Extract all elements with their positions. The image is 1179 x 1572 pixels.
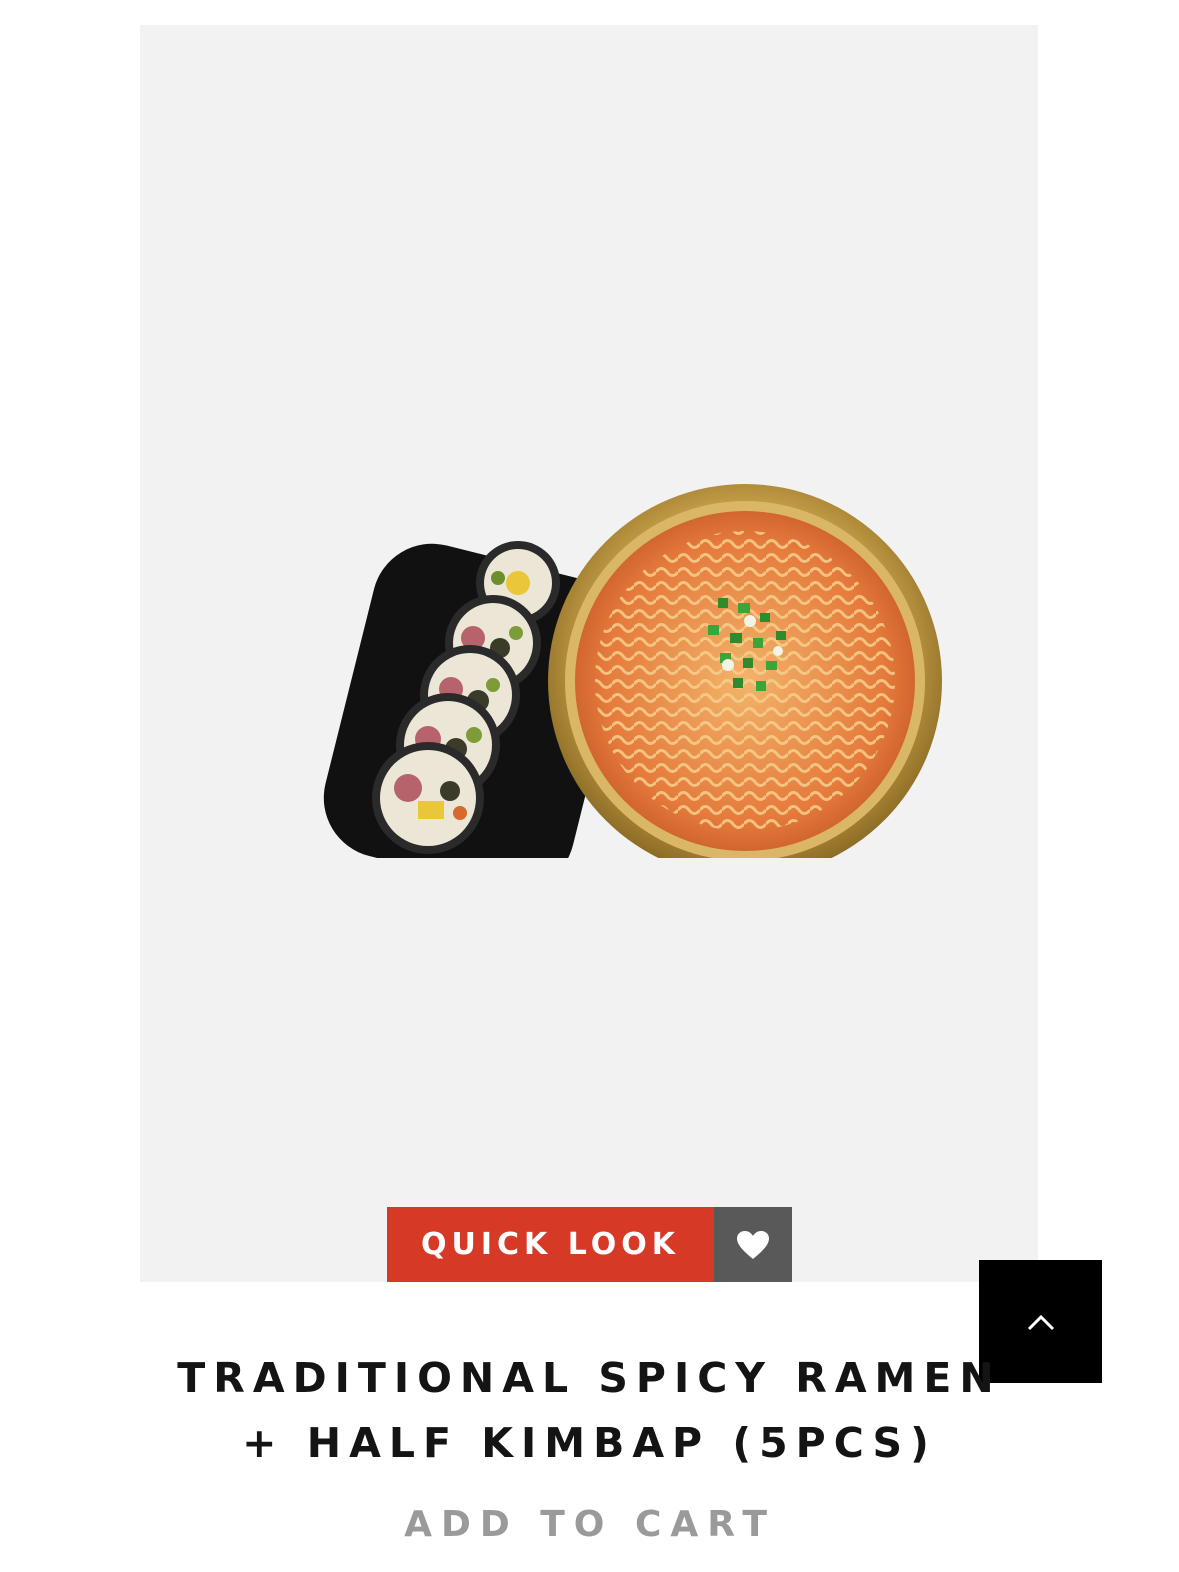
add-to-cart-label: ADD TO CART: [404, 1503, 776, 1545]
product-title-line2: + HALF KIMBAP (5PCS): [242, 1419, 937, 1467]
quick-look-label: QUICK LOOK: [420, 1227, 681, 1262]
ramen-bowl: [548, 484, 942, 858]
chevron-up-icon: [1027, 1314, 1054, 1330]
add-to-cart-button[interactable]: ADD TO CART: [340, 1496, 840, 1552]
product-title-line1: TRADITIONAL SPICY RAMEN: [177, 1354, 1002, 1402]
wishlist-button[interactable]: [714, 1207, 792, 1282]
quick-look-button[interactable]: QUICK LOOK: [387, 1207, 714, 1282]
product-image[interactable]: [238, 453, 943, 858]
product-image-panel[interactable]: [140, 25, 1038, 1282]
product-card: QUICK LOOK TRADITIONAL SPICY RAMEN + HAL…: [0, 0, 1179, 1572]
heart-icon: [737, 1230, 769, 1259]
product-title[interactable]: TRADITIONAL SPICY RAMEN + HALF KIMBAP (5…: [150, 1346, 1029, 1476]
